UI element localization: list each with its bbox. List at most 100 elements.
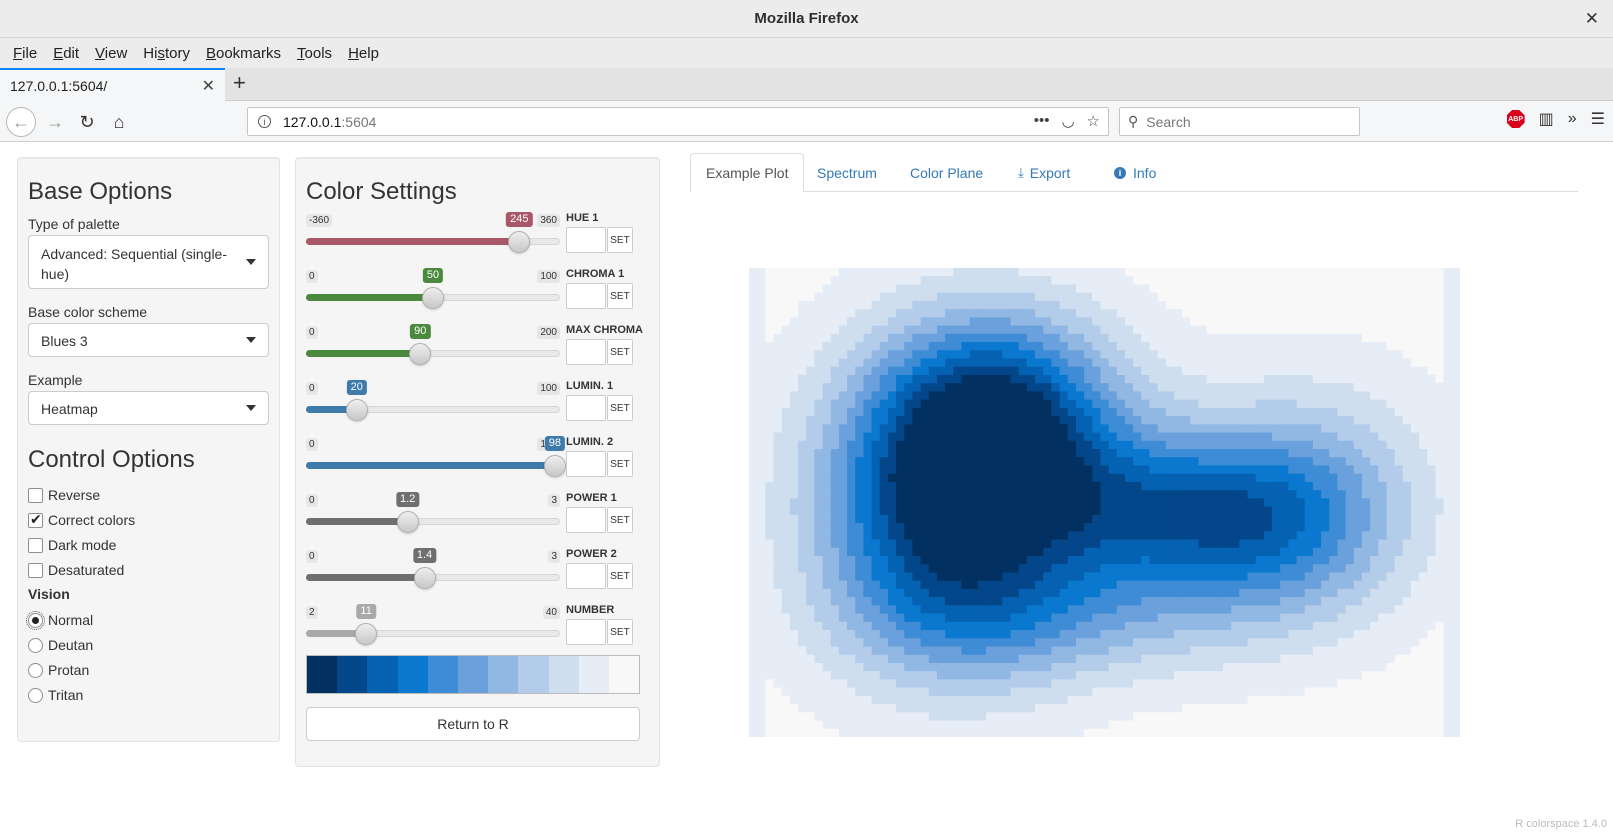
set-button[interactable]: SET	[607, 339, 633, 365]
vision-deutan-radio[interactable]: Deutan	[28, 637, 93, 653]
reverse-checkbox[interactable]: Reverse	[28, 487, 100, 503]
site-info-icon[interactable]: i	[258, 115, 271, 128]
tab-color-plane[interactable]: Color Plane	[895, 153, 998, 193]
adblock-icon[interactable]: ABP	[1506, 110, 1525, 128]
heatmap-cell	[1419, 449, 1428, 458]
window-close-icon[interactable]: ✕	[1585, 9, 1599, 29]
sidebar-icon[interactable]: ▥	[1539, 109, 1554, 129]
home-icon[interactable]: ⌂	[104, 107, 134, 137]
reload-icon[interactable]: ↻	[72, 107, 102, 137]
checkbox-box[interactable]	[28, 562, 43, 578]
slider-max-chroma[interactable]: 0 200 90	[306, 324, 560, 378]
set-button[interactable]: SET	[607, 227, 633, 253]
page-actions-icon[interactable]: •••	[1034, 112, 1050, 130]
tab-spectrum[interactable]: Spectrum	[802, 153, 892, 193]
heatmap-cell	[1149, 358, 1159, 368]
checkbox-box[interactable]	[28, 537, 43, 553]
slider-power-1[interactable]: 0 3 1.2	[306, 492, 560, 546]
heatmap-cell	[1067, 366, 1077, 376]
slider-power-2[interactable]: 0 3 1.4	[306, 548, 560, 602]
heatmap-cell	[945, 506, 954, 516]
slider-handle[interactable]	[413, 567, 436, 589]
color-scheme-select[interactable]: Blues 3	[28, 323, 269, 357]
menu-history[interactable]: History	[136, 45, 197, 62]
menu-file[interactable]: File	[6, 45, 44, 62]
checkbox-box[interactable]	[28, 487, 43, 503]
parameter-input[interactable]	[566, 451, 606, 477]
bookmark-star-icon[interactable]: ☆	[1087, 112, 1100, 130]
heatmap-cell	[961, 465, 971, 475]
desaturated-checkbox[interactable]: Desaturated	[28, 562, 124, 578]
menu-help[interactable]: Help	[341, 45, 386, 62]
parameter-input[interactable]	[566, 563, 606, 589]
heatmap-cell	[798, 564, 807, 574]
example-select[interactable]: Heatmap	[28, 391, 269, 425]
heatmap-cell	[1239, 432, 1249, 442]
slider-handle[interactable]	[409, 343, 432, 365]
parameter-input[interactable]	[566, 507, 606, 533]
output-tabs: Example Plot Spectrum Color Plane ⤓ Expor…	[690, 153, 1578, 193]
slider-lumin-1[interactable]: 0 100 20	[306, 380, 560, 434]
heatmap-cell	[1100, 630, 1110, 639]
browser-tab[interactable]: 127.0.0.1:5604/ ✕	[0, 68, 225, 101]
hamburger-menu-icon[interactable]: ☰	[1591, 109, 1605, 129]
url-bar[interactable]: i 127.0.0.1:5604 ••• ◡ ☆	[247, 107, 1109, 136]
parameter-input[interactable]	[566, 227, 606, 253]
slider-handle[interactable]	[345, 399, 368, 421]
radio-circle[interactable]	[28, 637, 43, 653]
heatmap-cell	[1018, 358, 1028, 368]
pocket-icon[interactable]: ◡	[1061, 112, 1074, 130]
parameter-input[interactable]	[566, 619, 606, 645]
heatmap-cell	[1370, 473, 1379, 483]
slider-handle[interactable]	[543, 455, 566, 477]
slider-lumin-2[interactable]: 010098	[306, 436, 566, 490]
heatmap-cell	[1247, 350, 1257, 360]
slider-number[interactable]: 2 40 11	[306, 604, 560, 658]
back-icon[interactable]: ←	[6, 107, 36, 137]
tab-info[interactable]: i Info	[1099, 153, 1171, 193]
slider-hue-1[interactable]: -360 360 245	[306, 212, 560, 266]
heatmap-cell	[1321, 383, 1330, 393]
forward-icon[interactable]: →	[40, 107, 70, 137]
slider-handle[interactable]	[396, 511, 419, 533]
set-button[interactable]: SET	[607, 563, 633, 589]
heatmap-cell	[814, 662, 824, 672]
slider-handle[interactable]	[355, 623, 378, 645]
slider-handle[interactable]	[422, 287, 444, 309]
radio-circle[interactable]	[28, 687, 43, 703]
set-button[interactable]: SET	[607, 451, 633, 477]
set-button[interactable]: SET	[607, 395, 633, 421]
vision-tritan-radio[interactable]: Tritan	[28, 687, 83, 703]
tab-example-plot[interactable]: Example Plot	[690, 153, 805, 193]
heatmap-cell	[953, 547, 963, 557]
slider-chroma-1[interactable]: 0 100 50	[306, 268, 560, 322]
menu-view[interactable]: View	[88, 45, 134, 62]
search-bar[interactable]: ⚲ Search	[1119, 107, 1360, 136]
radio-circle[interactable]	[26, 610, 45, 630]
vision-normal-radio[interactable]: Normal	[26, 610, 93, 630]
radio-circle[interactable]	[28, 662, 43, 678]
palette-type-select[interactable]: Advanced: Sequential (single-hue)	[28, 235, 269, 289]
parameter-input[interactable]	[566, 339, 606, 365]
heatmap-cell	[1002, 555, 1012, 565]
overflow-chevron-icon[interactable]: »	[1568, 110, 1577, 128]
slider-handle[interactable]	[508, 231, 531, 253]
menu-edit[interactable]: Edit	[46, 45, 86, 62]
tab-close-icon[interactable]: ✕	[202, 76, 215, 96]
tab-export[interactable]: ⤓ Export	[1003, 153, 1085, 193]
dark-mode-checkbox[interactable]: Dark mode	[28, 537, 116, 553]
menu-bookmarks[interactable]: Bookmarks	[199, 45, 288, 62]
new-tab-icon[interactable]: +	[233, 70, 246, 96]
parameter-input[interactable]	[566, 395, 606, 421]
correct-colors-checkbox[interactable]: Correct colors	[28, 511, 135, 528]
set-button[interactable]: SET	[607, 507, 633, 533]
vision-protan-radio[interactable]: Protan	[28, 662, 89, 678]
checkbox-box[interactable]	[28, 511, 43, 528]
menu-tools[interactable]: Tools	[290, 45, 339, 62]
set-button[interactable]: SET	[607, 619, 633, 645]
set-button[interactable]: SET	[607, 283, 633, 309]
return-to-r-button[interactable]: Return to R	[306, 707, 640, 741]
heatmap-cell	[896, 366, 905, 376]
heatmap-cell	[749, 720, 758, 730]
parameter-input[interactable]	[566, 283, 606, 309]
